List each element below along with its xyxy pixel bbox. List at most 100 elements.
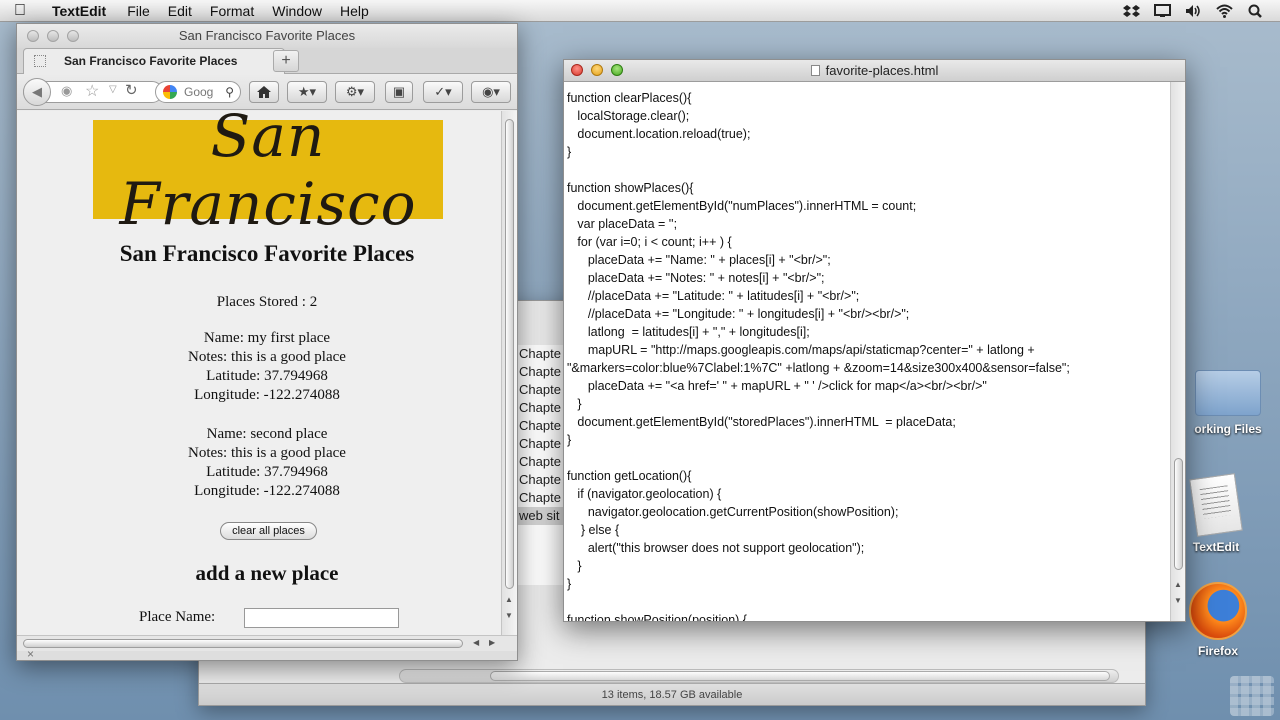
- tools-icon: ⚙▾: [345, 84, 365, 99]
- forward-icon[interactable]: ◉: [61, 83, 72, 99]
- scroll-thumb[interactable]: [490, 671, 1110, 681]
- reload-icon[interactable]: ↻: [125, 81, 138, 99]
- scroll-right-icon[interactable]: ▶: [489, 638, 495, 647]
- scroll-thumb[interactable]: [1174, 458, 1183, 570]
- menu-app-name[interactable]: TextEdit: [40, 3, 118, 19]
- history-dropdown-icon[interactable]: ▽: [109, 84, 117, 95]
- spotlight-search-icon[interactable]: [1247, 4, 1264, 18]
- firefox-window: San Francisco Favorite Places San Franci…: [16, 23, 518, 661]
- menu-edit[interactable]: Edit: [159, 3, 201, 19]
- scroll-thumb[interactable]: [23, 639, 463, 648]
- place-latitude: Latitude: 37.794968: [206, 368, 328, 384]
- place-longitude: Longitude: -122.274088: [194, 483, 340, 499]
- stored-place: Name: my first place Notes: this is a go…: [17, 329, 503, 405]
- editor-window-title: favorite-places.html: [825, 63, 939, 78]
- scroll-up-icon[interactable]: ▲: [505, 595, 513, 604]
- finder-horizontal-scrollbar[interactable]: [399, 669, 1119, 683]
- apple-icon[interactable]: : [0, 2, 40, 20]
- places-stored-count: Places Stored : 2: [216, 294, 318, 310]
- place-latitude: Latitude: 37.794968: [206, 464, 328, 480]
- search-text: Goog: [184, 85, 214, 99]
- desktop-icon-working-files[interactable]: orking Files: [1182, 370, 1274, 436]
- close-button[interactable]: [27, 30, 39, 42]
- firefox-app-icon: [1189, 582, 1247, 640]
- desktop-icon-label: Firefox: [1197, 644, 1238, 658]
- page-horizontal-scrollbar[interactable]: ◀ ▶: [17, 635, 517, 651]
- back-button[interactable]: ◀: [23, 78, 51, 106]
- tools-button[interactable]: ⚙▾: [335, 81, 375, 103]
- scroll-down-icon[interactable]: ▼: [505, 611, 513, 620]
- search-input[interactable]: Goog ⚲: [155, 81, 241, 103]
- screenshot-button[interactable]: ▣: [385, 81, 413, 103]
- new-tab-button[interactable]: +: [273, 50, 299, 72]
- banner-image: San Francisco: [93, 111, 443, 238]
- desktop-icon-textedit[interactable]: TextEdit: [1180, 473, 1252, 554]
- window-controls: [571, 64, 623, 76]
- scroll-down-icon[interactable]: ▼: [1174, 596, 1182, 605]
- menu-file[interactable]: File: [118, 3, 159, 19]
- add-place-heading: add a new place: [195, 561, 339, 585]
- window-controls: [27, 30, 79, 42]
- tab-bar: San Francisco Favorite Places +: [17, 48, 517, 74]
- stored-place: Name: second place Notes: this is a good…: [17, 425, 503, 501]
- place-name-label: Place Name:: [139, 609, 216, 625]
- place-notes: Notes: this is a good place: [188, 349, 346, 365]
- zoom-button[interactable]: [611, 64, 623, 76]
- desktop-icon-firefox[interactable]: Firefox: [1182, 582, 1254, 658]
- browser-titlebar[interactable]: San Francisco Favorite Places: [17, 24, 517, 48]
- screen-icon[interactable]: [1154, 4, 1171, 18]
- desktop-icon-label: orking Files: [1194, 422, 1262, 436]
- place-longitude: Longitude: -122.274088: [194, 387, 340, 403]
- dropbox-icon[interactable]: [1123, 4, 1140, 18]
- browser-window-title: San Francisco Favorite Places: [178, 28, 356, 43]
- watermark-logo: [1230, 676, 1274, 716]
- minimize-button[interactable]: [47, 30, 59, 42]
- screenshot-icon: ▣: [392, 84, 406, 99]
- bookmarks-button[interactable]: ★▾: [287, 81, 327, 103]
- place-name: Name: my first place: [203, 330, 331, 346]
- bookmark-star-icon[interactable]: ☆: [85, 81, 99, 101]
- zoom-button[interactable]: [67, 30, 79, 42]
- wifi-icon[interactable]: [1216, 4, 1233, 18]
- scroll-thumb[interactable]: [505, 119, 514, 589]
- tab-label: San Francisco Favorite Places: [64, 54, 238, 68]
- addon-button[interactable]: ◉▾: [471, 81, 511, 103]
- page-vertical-scrollbar[interactable]: ▲ ▼: [501, 111, 517, 635]
- desktop-icon-label: TextEdit: [1192, 540, 1240, 554]
- tab-current[interactable]: San Francisco Favorite Places: [23, 48, 285, 74]
- code-text-area[interactable]: function clearPlaces(){ localStorage.cle…: [567, 89, 1172, 621]
- menu-help[interactable]: Help: [331, 3, 378, 19]
- clear-all-places-button[interactable]: clear all places: [220, 522, 317, 540]
- wrench-icon: ✓▾: [434, 84, 452, 99]
- back-arrow-icon: ◀: [32, 84, 42, 99]
- magnifier-icon[interactable]: ⚲: [225, 82, 234, 102]
- scroll-left-icon[interactable]: ◀: [473, 638, 479, 647]
- close-button[interactable]: [571, 64, 583, 76]
- place-name-input[interactable]: [244, 608, 399, 628]
- navigation-toolbar: ◀ ◉ ☆ ▽ ↻ Goog ⚲ ★▾ ⚙▾ ▣ ✓▾ ◉▾: [17, 74, 517, 110]
- place-notes: Notes: this is a good place: [188, 445, 346, 461]
- textedit-window: favorite-places.html function clearPlace…: [563, 59, 1186, 622]
- finder-status-bar: 13 items, 18.57 GB available: [199, 683, 1145, 705]
- page-favicon-icon: [34, 55, 46, 67]
- bookmarks-icon: ★▾: [297, 84, 317, 99]
- browser-status-bar: ×: [17, 647, 517, 660]
- editor-vertical-scrollbar[interactable]: ▲ ▼: [1170, 82, 1185, 621]
- page-title: San Francisco Favorite Places: [119, 241, 415, 266]
- close-addon-bar-icon[interactable]: ×: [27, 647, 34, 660]
- google-search-engine-icon: [163, 85, 177, 99]
- place-name: Name: second place: [206, 426, 328, 442]
- page-content: San Francisco San Francisco Favorite Pla…: [17, 111, 503, 635]
- menubar:  TextEdit File Edit Format Window Help: [0, 0, 1280, 22]
- scroll-up-icon[interactable]: ▲: [1174, 580, 1182, 589]
- menu-window[interactable]: Window: [263, 3, 331, 19]
- volume-icon[interactable]: [1185, 4, 1202, 18]
- menu-format[interactable]: Format: [201, 3, 263, 19]
- home-button[interactable]: [249, 81, 279, 103]
- folder-icon: [1195, 370, 1261, 416]
- developer-button[interactable]: ✓▾: [423, 81, 463, 103]
- minimize-button[interactable]: [591, 64, 603, 76]
- addon-icon: ◉▾: [482, 84, 500, 99]
- home-icon: [257, 86, 271, 98]
- editor-titlebar[interactable]: favorite-places.html: [564, 60, 1185, 82]
